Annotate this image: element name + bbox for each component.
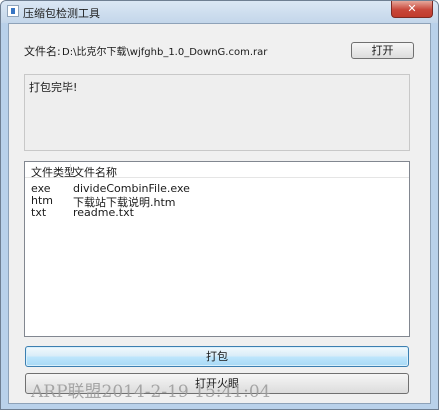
cell-file-name: readme.txt bbox=[73, 206, 134, 219]
client-area: 文件名: D:\比克尔下载\wjfghb_1.0_DownG.com.rar 打… bbox=[8, 23, 431, 404]
open-button[interactable]: 打开 bbox=[351, 42, 414, 59]
column-header-file-name[interactable]: 文件名称 bbox=[73, 164, 117, 180]
status-message: 打包完毕! bbox=[29, 81, 78, 94]
column-header-file-type[interactable]: 文件类型 bbox=[31, 164, 75, 180]
window-title: 压缩包检测工具 bbox=[23, 7, 100, 20]
file-list-view[interactable]: 文件类型 文件名称 exe divideCombinFile.exe htm 下… bbox=[24, 161, 410, 337]
close-icon: ✕ bbox=[407, 2, 417, 15]
status-text-area[interactable]: 打包完毕! bbox=[24, 74, 410, 151]
column-divider[interactable] bbox=[70, 164, 71, 176]
title-bar[interactable]: 压缩包检测工具 ✕ bbox=[1, 1, 438, 23]
close-button[interactable]: ✕ bbox=[391, 1, 433, 18]
list-row[interactable]: htm 下载站下载说明.htm bbox=[25, 194, 409, 209]
cell-file-type: txt bbox=[31, 206, 47, 219]
list-row[interactable]: txt readme.txt bbox=[25, 206, 409, 219]
file-path-value: D:\比克尔下载\wjfghb_1.0_DownG.com.rar bbox=[62, 47, 268, 58]
pack-button[interactable]: 打包 bbox=[25, 346, 409, 367]
list-row[interactable]: exe divideCombinFile.exe bbox=[25, 182, 409, 195]
list-header: 文件类型 文件名称 bbox=[25, 162, 409, 180]
app-icon bbox=[7, 5, 19, 17]
app-window: 压缩包检测工具 ✕ 文件名: D:\比克尔下载\wjfghb_1.0_DownG… bbox=[0, 0, 439, 410]
watermark-text: ARP联盟2014-2-19 15:41:04 bbox=[31, 382, 271, 402]
file-name-label: 文件名: bbox=[24, 45, 61, 58]
